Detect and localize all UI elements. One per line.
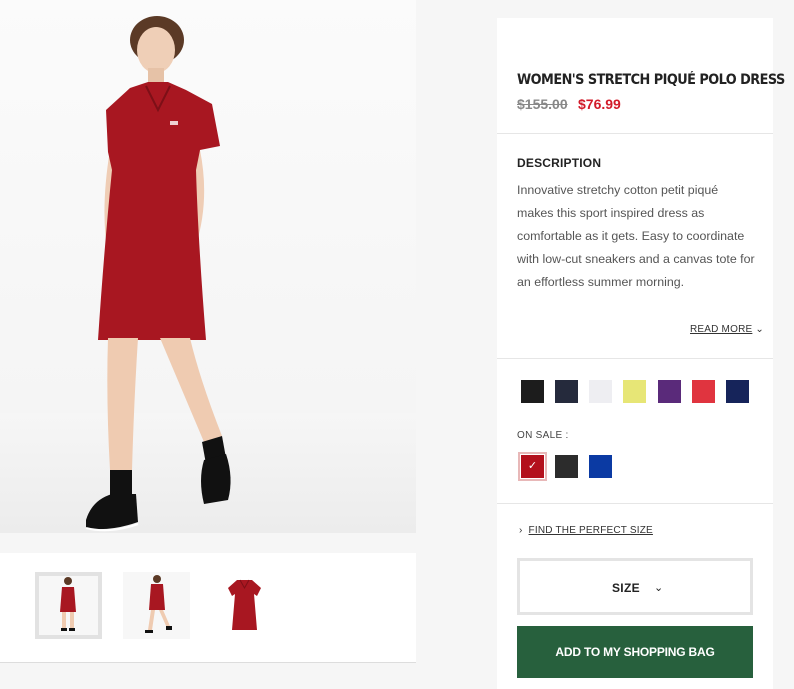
description-text: Innovative stretchy cotton petit piqué m… bbox=[517, 183, 755, 289]
thumbnail-strip bbox=[0, 553, 416, 663]
color-swatch-yellow[interactable] bbox=[623, 380, 646, 403]
color-swatch-black[interactable] bbox=[521, 380, 544, 403]
read-more-link[interactable]: READ MORE ⌄ bbox=[690, 324, 764, 335]
on-sale-label: ON SALE : bbox=[517, 430, 569, 441]
size-label: SIZE bbox=[612, 581, 640, 595]
color-swatch-red[interactable] bbox=[692, 380, 715, 403]
sale-swatch-blue[interactable] bbox=[589, 455, 612, 478]
find-size-label: FIND THE PERFECT SIZE bbox=[528, 525, 653, 536]
thumbnail-walking[interactable] bbox=[123, 572, 190, 639]
read-more-label: READ MORE bbox=[690, 324, 753, 335]
color-swatch-white[interactable] bbox=[589, 380, 612, 403]
chevron-down-icon: ⌄ bbox=[755, 324, 764, 335]
color-swatch-navy[interactable] bbox=[555, 380, 578, 403]
description-heading: DESCRIPTION bbox=[517, 156, 602, 170]
color-swatch-dark-blue[interactable] bbox=[726, 380, 749, 403]
sale-price: $76.99 bbox=[578, 96, 621, 112]
original-price: $155.00 bbox=[517, 96, 568, 112]
chevron-right-icon: › bbox=[519, 525, 523, 536]
product-title: WOMEN'S STRETCH PIQUÉ POLO DRESS bbox=[517, 72, 785, 88]
product-info-panel: WOMEN'S STRETCH PIQUÉ POLO DRESS $155.00… bbox=[497, 18, 785, 689]
size-select-button[interactable]: SIZE ⌄ bbox=[517, 558, 753, 615]
find-size-link[interactable]: › FIND THE PERFECT SIZE bbox=[519, 525, 653, 536]
thumbnail-dress[interactable] bbox=[211, 572, 278, 639]
sale-swatch-charcoal[interactable] bbox=[555, 455, 578, 478]
chevron-down-icon: ⌄ bbox=[654, 582, 664, 594]
add-to-bag-button[interactable]: ADD TO MY SHOPPING BAG bbox=[517, 626, 753, 678]
model-illustration bbox=[85, 16, 231, 532]
thumbnail-front[interactable] bbox=[35, 572, 102, 639]
check-icon: ✓ bbox=[527, 460, 538, 472]
sale-swatch-red[interactable]: ✓ bbox=[518, 452, 547, 481]
color-swatch-purple[interactable] bbox=[658, 380, 681, 403]
product-main-image[interactable] bbox=[0, 0, 416, 533]
